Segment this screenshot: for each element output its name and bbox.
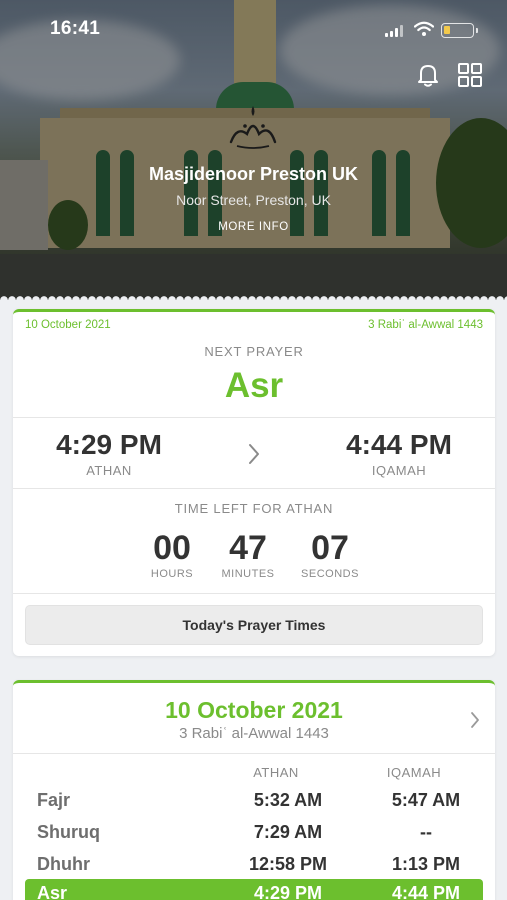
wifi-icon bbox=[414, 21, 434, 36]
prayer-athan: 7:29 AM bbox=[253, 822, 323, 842]
more-info-link[interactable]: MORE INFO bbox=[203, 221, 304, 233]
next-prayer-name: Asr bbox=[224, 366, 284, 405]
grid-icon[interactable] bbox=[456, 61, 484, 89]
timetable-hijri: 3 Rabiʿ al-Awwal 1443 bbox=[179, 725, 329, 742]
minutes-value: 47 bbox=[229, 529, 267, 567]
divider bbox=[13, 488, 495, 489]
prayer-athan: 12:58 PM bbox=[248, 854, 328, 874]
seconds-value: 07 bbox=[311, 529, 349, 567]
status-time: 16:41 bbox=[50, 18, 101, 39]
divider bbox=[13, 593, 495, 594]
time-left-label: TIME LEFT FOR ATHAN bbox=[174, 501, 334, 516]
prayer-iqamah: -- bbox=[420, 822, 432, 842]
prayer-athan: 5:32 AM bbox=[253, 790, 323, 810]
todays-prayer-times-button[interactable]: Today's Prayer Times bbox=[25, 605, 483, 645]
bell-icon[interactable] bbox=[414, 61, 442, 89]
prayer-name: Fajr bbox=[37, 790, 71, 810]
prayer-row-asr: Asr 4:29 PM 4:44 PM bbox=[25, 879, 483, 900]
prayer-name: Asr bbox=[37, 883, 68, 900]
timetable-card: 10 October 2021 3 Rabiʿ al-Awwal 1443 AT… bbox=[13, 680, 495, 900]
iqamah-column-header: IQAMAH bbox=[386, 765, 442, 780]
prayer-row-dhuhr: Dhuhr 12:58 PM 1:13 PM bbox=[25, 850, 483, 878]
prayer-name: Shuruq bbox=[37, 822, 100, 842]
date-row: 10 October 2021 3 Rabiʿ al-Awwal 1443 bbox=[25, 319, 483, 331]
masjid-name: Masjidenoor Preston UK bbox=[148, 164, 359, 184]
prayer-row-shuruq: Shuruq 7:29 AM -- bbox=[25, 818, 483, 846]
prayer-athan: 4:29 PM bbox=[253, 883, 323, 900]
seconds-label: SECONDS bbox=[301, 568, 359, 580]
prayer-iqamah: 5:47 AM bbox=[391, 790, 461, 810]
minutes-label: MINUTES bbox=[221, 568, 275, 580]
masjid-address: Noor Street, Preston, UK bbox=[176, 192, 331, 208]
athan-label: ATHAN bbox=[86, 463, 132, 478]
countdown-seconds: 07 SECONDS bbox=[285, 528, 375, 580]
iqamah-label: IQAMAH bbox=[371, 463, 427, 478]
athan-time: 4:29 PM bbox=[56, 429, 162, 460]
divider bbox=[13, 417, 495, 418]
next-prayer-label: NEXT PRAYER bbox=[204, 344, 304, 359]
prayer-iqamah: 1:13 PM bbox=[391, 854, 461, 874]
battery-icon bbox=[441, 23, 478, 38]
prayer-row-fajr: Fajr 5:32 AM 5:47 AM bbox=[25, 786, 483, 814]
hijri-date: 3 Rabiʿ al-Awwal 1443 bbox=[368, 319, 483, 331]
status-bar: 16:41 bbox=[0, 18, 507, 42]
masjid-logo bbox=[229, 106, 277, 149]
scalloped-edge bbox=[0, 292, 507, 300]
chevron-right-icon bbox=[249, 444, 259, 464]
next-prayer-card: 10 October 2021 3 Rabiʿ al-Awwal 1443 NE… bbox=[13, 309, 495, 656]
prayer-iqamah: 4:44 PM bbox=[391, 883, 461, 900]
iqamah-time: 4:44 PM bbox=[346, 429, 452, 460]
countdown-minutes: 47 MINUTES bbox=[203, 528, 293, 580]
chevron-right-icon[interactable] bbox=[469, 710, 481, 730]
gregorian-date: 10 October 2021 bbox=[25, 319, 111, 331]
athan-column-header: ATHAN bbox=[253, 765, 299, 780]
cellular-signal-icon bbox=[385, 25, 403, 37]
divider bbox=[13, 753, 495, 754]
prayer-name: Dhuhr bbox=[37, 854, 90, 874]
timetable-date: 10 October 2021 bbox=[165, 697, 343, 723]
